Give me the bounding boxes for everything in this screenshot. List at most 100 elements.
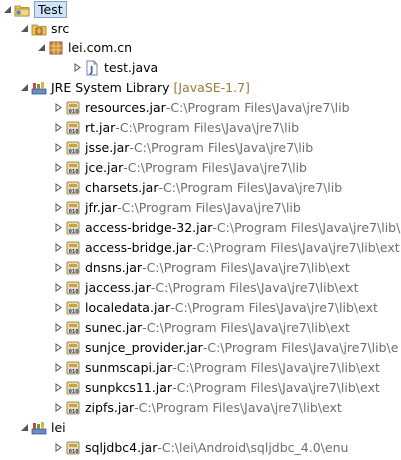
jar-icon: 010 bbox=[65, 300, 81, 316]
tree-item-jar[interactable]: 010 sunpkcs11.jar - C:\Program Files\Java… bbox=[51, 378, 380, 397]
jar-path: C:\Program Files\Java\jre7\lib\ext bbox=[138, 400, 342, 415]
svg-text:010: 010 bbox=[69, 289, 79, 295]
tree-item-jar[interactable]: 010 rt.jar - C:\Program Files\Java\jre7\l… bbox=[51, 118, 299, 137]
jar-icon: 010 bbox=[65, 100, 81, 116]
collapse-arrow-icon[interactable] bbox=[17, 418, 31, 437]
collapse-arrow-icon[interactable] bbox=[0, 0, 14, 19]
svg-text:010: 010 bbox=[69, 109, 79, 115]
jar-path: C:\Program Files\Java\jre7\lib\ext bbox=[176, 360, 380, 375]
tree-item-jar[interactable]: 010 sunmscapi.jar - C:\Program Files\Java… bbox=[51, 358, 380, 377]
tree-item-src[interactable]: src bbox=[17, 19, 69, 38]
tree-item-java-file[interactable]: J test.java bbox=[70, 58, 158, 77]
svg-text:010: 010 bbox=[69, 449, 79, 455]
project-label: Test bbox=[34, 1, 67, 18]
tree-item-jar[interactable]: 010 jce.jar - C:\Program Files\Java\jre7\… bbox=[51, 158, 307, 177]
svg-text:010: 010 bbox=[69, 149, 79, 155]
svg-text:010: 010 bbox=[69, 269, 79, 275]
expand-arrow-icon[interactable] bbox=[51, 398, 65, 417]
jar-icon: 010 bbox=[65, 160, 81, 176]
java-file-icon: J bbox=[84, 60, 100, 76]
tree-item-jar[interactable]: 010 sqljdbc4.jar - C:\lei\Android\sqljdb… bbox=[51, 438, 348, 457]
svg-text:010: 010 bbox=[69, 229, 79, 235]
jar-name: sqljdbc4.jar bbox=[85, 440, 158, 455]
expand-arrow-icon[interactable] bbox=[51, 278, 65, 297]
jar-name: charsets.jar bbox=[85, 180, 159, 195]
jar-name: sunec.jar bbox=[85, 320, 143, 335]
svg-text:J: J bbox=[89, 65, 93, 75]
package-icon bbox=[48, 40, 64, 56]
jar-path: C:\Program Files\Java\jre7\lib\e bbox=[207, 340, 399, 355]
jar-name: jsse.jar bbox=[85, 140, 130, 155]
tree-item-jar[interactable]: 010 charsets.jar - C:\Program Files\Java\… bbox=[51, 178, 342, 197]
tree-item-jar[interactable]: 010 dnsns.jar - C:\Program Files\Java\jre… bbox=[51, 258, 350, 277]
library-icon bbox=[31, 420, 47, 436]
tree-item-jar[interactable]: 010 sunec.jar - C:\Program Files\Java\jre… bbox=[51, 318, 350, 337]
expand-arrow-icon[interactable] bbox=[51, 198, 65, 217]
jar-name: access-bridge.jar bbox=[85, 240, 192, 255]
tree-item-jar[interactable]: 010 resources.jar - C:\Program Files\Java… bbox=[51, 98, 350, 117]
jar-name: dnsns.jar bbox=[85, 260, 143, 275]
jar-icon: 010 bbox=[65, 220, 81, 236]
jar-icon: 010 bbox=[65, 360, 81, 376]
expand-arrow-icon[interactable] bbox=[51, 238, 65, 257]
expand-arrow-icon[interactable] bbox=[51, 178, 65, 197]
jar-name: rt.jar bbox=[85, 120, 116, 135]
jar-path: C:\lei\Android\sqljdbc_4.0\enu bbox=[161, 440, 349, 455]
jar-path: C:\Program Files\Java\jre7\lib\ext bbox=[174, 300, 378, 315]
svg-text:010: 010 bbox=[69, 329, 79, 335]
tree-item-project[interactable]: Test bbox=[0, 0, 67, 19]
expand-arrow-icon[interactable] bbox=[51, 318, 65, 337]
expand-arrow-icon[interactable] bbox=[70, 58, 84, 77]
expand-arrow-icon[interactable] bbox=[51, 158, 65, 177]
jar-path: C:\Program Files\Java\jre7\lib\ext bbox=[196, 240, 400, 255]
jar-path: C:\Program Files\Java\jre7\lib\ bbox=[216, 220, 401, 235]
tree-item-package[interactable]: lei.com.cn bbox=[34, 38, 132, 57]
svg-text:010: 010 bbox=[69, 389, 79, 395]
jar-name: sunjce_provider.jar bbox=[85, 340, 203, 355]
expand-arrow-icon[interactable] bbox=[51, 298, 65, 317]
tree-item-jar[interactable]: 010 localedata.jar - C:\Program Files\Jav… bbox=[51, 298, 378, 317]
collapse-arrow-icon[interactable] bbox=[17, 19, 31, 38]
jar-name: jce.jar bbox=[85, 160, 124, 175]
jar-name: resources.jar bbox=[85, 100, 166, 115]
jar-icon: 010 bbox=[65, 280, 81, 296]
tree-item-jar[interactable]: 010 jaccess.jar - C:\Program Files\Java\j… bbox=[51, 278, 359, 297]
tree-item-jar[interactable]: 010 access-bridge.jar - C:\Program Files\… bbox=[51, 238, 400, 257]
jre-library-label: JRE System Library bbox=[51, 80, 170, 95]
svg-text:010: 010 bbox=[69, 309, 79, 315]
tree-item-jre-library[interactable]: JRE System Library [JavaSE-1.7] bbox=[17, 78, 250, 97]
svg-text:010: 010 bbox=[69, 189, 79, 195]
tree-item-user-library[interactable]: lei bbox=[17, 418, 66, 437]
library-icon bbox=[31, 80, 47, 96]
expand-arrow-icon[interactable] bbox=[51, 138, 65, 157]
collapse-arrow-icon[interactable] bbox=[17, 78, 31, 97]
tree-item-jar[interactable]: 010 sunjce_provider.jar - C:\Program File… bbox=[51, 338, 398, 357]
jar-path: C:\Program Files\Java\jre7\lib bbox=[127, 160, 307, 175]
expand-arrow-icon[interactable] bbox=[51, 378, 65, 397]
expand-arrow-icon[interactable] bbox=[51, 98, 65, 117]
expand-arrow-icon[interactable] bbox=[51, 438, 65, 457]
expand-arrow-icon[interactable] bbox=[51, 338, 65, 357]
expand-arrow-icon[interactable] bbox=[51, 358, 65, 377]
svg-text:010: 010 bbox=[69, 409, 79, 415]
jar-path: C:\Program Files\Java\jre7\lib\ext bbox=[155, 280, 359, 295]
jar-icon: 010 bbox=[65, 440, 81, 456]
svg-text:010: 010 bbox=[69, 369, 79, 375]
tree-item-jar[interactable]: 010 jfr.jar - C:\Program Files\Java\jre7\… bbox=[51, 198, 301, 217]
source-folder-icon bbox=[31, 21, 47, 37]
jar-name: sunmscapi.jar bbox=[85, 360, 173, 375]
expand-arrow-icon[interactable] bbox=[51, 258, 65, 277]
jar-icon: 010 bbox=[65, 260, 81, 276]
tree-item-jar[interactable]: 010 jsse.jar - C:\Program Files\Java\jre7… bbox=[51, 138, 313, 157]
jre-version-label: [JavaSE-1.7] bbox=[173, 80, 250, 95]
jar-name: jaccess.jar bbox=[85, 280, 151, 295]
tree-item-jar[interactable]: 010 zipfs.jar - C:\Program Files\Java\jre… bbox=[51, 398, 342, 417]
collapse-arrow-icon[interactable] bbox=[34, 38, 48, 57]
expand-arrow-icon[interactable] bbox=[51, 118, 65, 137]
expand-arrow-icon[interactable] bbox=[51, 218, 65, 237]
jar-path: C:\Program Files\Java\jre7\lib bbox=[121, 200, 301, 215]
jar-icon: 010 bbox=[65, 140, 81, 156]
jar-name: zipfs.jar bbox=[85, 400, 135, 415]
jar-path: C:\Program Files\Java\jre7\lib bbox=[162, 180, 343, 195]
tree-item-jar[interactable]: 010 access-bridge-32.jar - C:\Program Fil… bbox=[51, 218, 400, 237]
